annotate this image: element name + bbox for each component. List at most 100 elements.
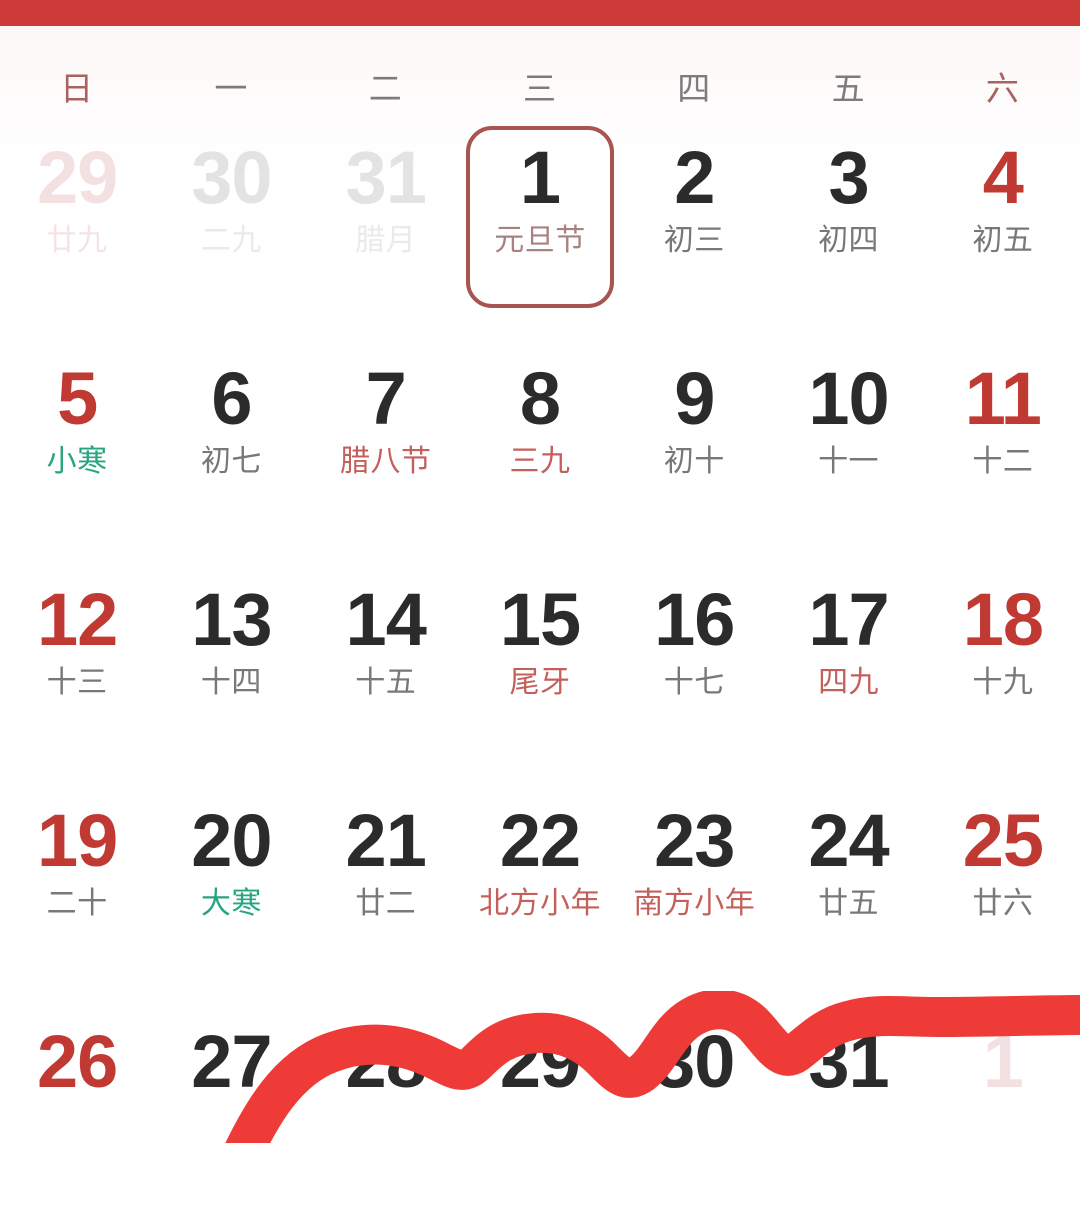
day-number: 10: [808, 357, 889, 440]
day-cell[interactable]: 10 十一: [771, 339, 925, 560]
day-lunar-label: 北方小年: [478, 887, 601, 921]
day-number: 30: [654, 1020, 735, 1103]
day-cell[interactable]: 31 腊月: [309, 118, 463, 339]
day-number: 12: [36, 578, 118, 661]
day-cell[interactable]: 26: [0, 1002, 154, 1223]
day-number: 16: [654, 578, 735, 661]
day-cell[interactable]: 31: [771, 1002, 925, 1223]
week-row: 12 十三 13 十四 14 十五 15 尾牙 16 十七 17 四九 18 十九: [0, 560, 1080, 781]
day-lunar-label: 元旦节: [494, 224, 586, 258]
day-cell[interactable]: 9 初十: [617, 339, 771, 560]
day-cell[interactable]: 28: [309, 1002, 463, 1223]
day-lunar-label: 十三: [46, 666, 108, 700]
day-cell[interactable]: 20 大寒: [154, 781, 308, 1002]
day-lunar-label: 十一: [818, 445, 880, 479]
day-cell[interactable]: 30 二九: [154, 118, 308, 339]
week-row: 19 二十 20 大寒 21 廿二 22 北方小年 23 南方小年 24 廿五 25 廿六: [0, 781, 1080, 1002]
weekday-header-4: 四: [677, 69, 712, 107]
weekday-header-row: 日一二三四五六: [0, 58, 1080, 118]
day-cell[interactable]: 15 尾牙: [463, 560, 617, 781]
day-number: 20: [191, 799, 272, 882]
day-number: 24: [808, 799, 889, 882]
day-cell[interactable]: 27: [154, 1002, 308, 1223]
day-lunar-label: 腊八节: [339, 445, 432, 479]
day-number: 1: [982, 1020, 1024, 1103]
day-cell[interactable]: 13 十四: [154, 560, 308, 781]
day-lunar-label: 初三: [663, 224, 725, 258]
weekday-header-2: 二: [368, 69, 403, 107]
day-cell[interactable]: 30: [617, 1002, 771, 1223]
day-cell[interactable]: 29: [463, 1002, 617, 1223]
day-number: 18: [962, 578, 1044, 661]
day-cell[interactable]: 11 十二: [926, 339, 1080, 560]
day-cell[interactable]: 7 腊八节: [309, 339, 463, 560]
day-number: 15: [499, 578, 581, 661]
day-lunar-label: 初五: [972, 224, 1034, 258]
day-cell[interactable]: 17 四九: [771, 560, 925, 781]
day-number: 29: [499, 1020, 581, 1103]
day-lunar-label: 十五: [355, 666, 417, 700]
day-lunar-label: 南方小年: [633, 887, 756, 921]
day-cell[interactable]: 16 十七: [617, 560, 771, 781]
day-cell[interactable]: 29 廿九: [0, 118, 154, 339]
day-number: 9: [674, 357, 715, 440]
weekday-header-0: 日: [60, 69, 95, 107]
day-cell[interactable]: 4 初五: [926, 118, 1080, 339]
day-lunar-label: 廿九: [46, 224, 108, 258]
day-cell[interactable]: 23 南方小年: [617, 781, 771, 1002]
top-red-banner: [0, 0, 1080, 26]
day-lunar-label: 十七: [663, 666, 725, 700]
day-lunar-label: 廿五: [818, 887, 880, 921]
day-number: 3: [828, 136, 869, 219]
calendar-weeks-grid: 29 廿九 30 二九 31 腊月 1 元旦节 2 初三 3 初四 4 初五 5 小寒 6 初七 7 腊八节 8 三九 9 初…: [0, 118, 1080, 1223]
day-number: 13: [191, 578, 272, 661]
day-number: 29: [36, 136, 118, 219]
day-number: 2: [674, 136, 715, 219]
day-number: 11: [964, 357, 1042, 440]
day-number: 25: [962, 799, 1044, 882]
week-row: 29 廿九 30 二九 31 腊月 1 元旦节 2 初三 3 初四 4 初五: [0, 118, 1080, 339]
day-lunar-label: 二九: [200, 224, 262, 258]
week-row: 5 小寒 6 初七 7 腊八节 8 三九 9 初十 10 十一 11 十二: [0, 339, 1080, 560]
day-cell[interactable]: 1: [926, 1002, 1080, 1223]
day-cell[interactable]: 25 廿六: [926, 781, 1080, 1002]
day-cell[interactable]: 19 二十: [0, 781, 154, 1002]
day-number: 8: [519, 357, 561, 440]
day-number: 23: [654, 799, 735, 882]
day-cell[interactable]: 24 廿五: [771, 781, 925, 1002]
day-cell[interactable]: 2 初三: [617, 118, 771, 339]
day-lunar-label: 十九: [972, 666, 1034, 700]
day-number: 4: [982, 136, 1024, 219]
day-cell[interactable]: 5 小寒: [0, 339, 154, 560]
day-number: 28: [345, 1020, 427, 1103]
day-cell[interactable]: 6 初七: [154, 339, 308, 560]
day-number: 1: [519, 136, 561, 219]
day-number: 21: [345, 799, 427, 882]
day-number: 22: [499, 799, 581, 882]
day-lunar-label: 四九: [818, 666, 880, 700]
day-number: 17: [808, 578, 889, 661]
day-cell[interactable]: 18 十九: [926, 560, 1080, 781]
day-number: 14: [345, 578, 427, 661]
day-number: 27: [191, 1020, 272, 1103]
day-number: 26: [36, 1020, 118, 1103]
day-cell[interactable]: 14 十五: [309, 560, 463, 781]
day-cell[interactable]: 12 十三: [0, 560, 154, 781]
week-row: 26 27 28 29 30 31 1: [0, 1002, 1080, 1223]
weekday-header-3: 三: [522, 69, 557, 107]
day-cell-selected[interactable]: 1 元旦节: [463, 118, 617, 339]
weekday-header-5: 五: [831, 69, 866, 107]
day-lunar-label: 初四: [818, 224, 880, 258]
day-cell[interactable]: 22 北方小年: [463, 781, 617, 1002]
day-number: 6: [211, 357, 252, 440]
day-cell[interactable]: 3 初四: [771, 118, 925, 339]
day-cell[interactable]: 8 三九: [463, 339, 617, 560]
day-number: 30: [191, 136, 272, 219]
day-cell[interactable]: 21 廿二: [309, 781, 463, 1002]
day-lunar-label: 二十: [46, 887, 108, 921]
weekday-header-1: 一: [214, 69, 249, 107]
day-number: 31: [808, 1020, 889, 1103]
day-lunar-label: 大寒: [200, 887, 262, 921]
day-lunar-label: 初十: [663, 445, 725, 479]
calendar-sheet: 日 一 二 三 四 五 六 29 廿九 30 二九 31 腊月 1 元旦节 2 初三 3 初四 4 初五 5 小寒 6 初七 7…: [0, 26, 1080, 1143]
